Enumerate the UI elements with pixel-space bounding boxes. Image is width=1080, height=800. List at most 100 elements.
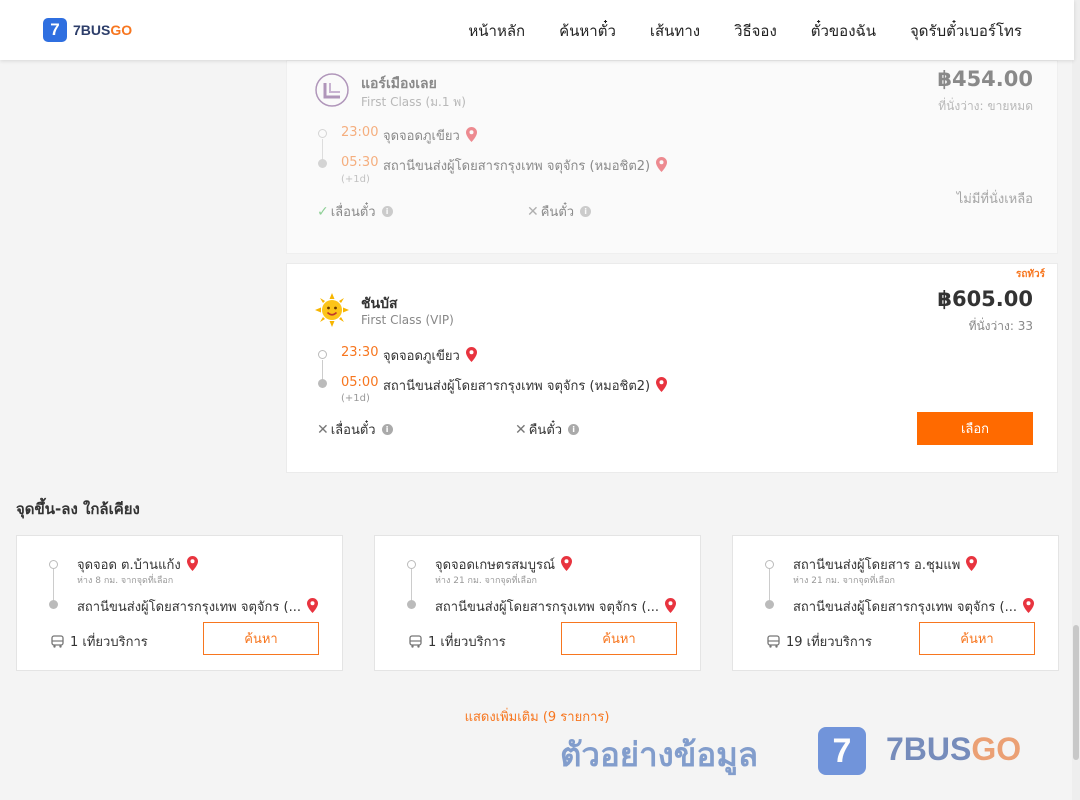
nearby-distance: ห่าง 21 กม. จากจุดที่เลือก bbox=[793, 576, 895, 586]
nearby-from-label: จุดจอด ต.บ้านแก้ง bbox=[77, 558, 181, 573]
operator-logo-icon bbox=[315, 73, 349, 107]
location-pin-icon bbox=[664, 598, 676, 613]
depart-stop-label: จุดจอดภูเขียว bbox=[383, 129, 460, 144]
bus-icon bbox=[51, 635, 64, 648]
nav-how-to-book[interactable]: วิธีจอง bbox=[734, 19, 777, 43]
select-trip-button[interactable]: เลือก bbox=[917, 412, 1033, 445]
operator-name: แอร์เมืองเลย bbox=[361, 76, 437, 92]
info-icon[interactable]: i bbox=[381, 424, 393, 435]
nearby-card: จุดจอดเกษตรสมบูรณ์ ห่าง 21 กม. จากจุดที่… bbox=[374, 535, 701, 671]
check-icon: ✓ bbox=[317, 203, 329, 220]
scrollbar-thumb[interactable] bbox=[1073, 625, 1079, 760]
next-day-indicator: (+1d) bbox=[341, 174, 370, 185]
change-ticket-policy: ✕ เลื่อนตั๋ว i bbox=[317, 419, 393, 440]
show-more-link[interactable]: แสดงเพิ่มเติม (9 รายการ) bbox=[0, 706, 1074, 727]
nearby-to: สถานีขนส่งผู้โดยสารกรุงเทพ จตุจักร (... bbox=[793, 596, 1045, 617]
trip-card-sold-out: แอร์เมืองเลย First Class (ม.1 พ) ฿454.00… bbox=[286, 60, 1058, 254]
depart-stop: จุดจอดภูเขียว bbox=[383, 345, 477, 366]
nearby-from: สถานีขนส่งผู้โดยสาร อ.ชุมแพ bbox=[793, 554, 978, 575]
logo-text-part1: 7BUS bbox=[73, 22, 111, 38]
seats-available: ที่นั่งว่าง: ขายหมด bbox=[938, 99, 1033, 113]
nearby-trip-count-label: 1 เที่ยวบริการ bbox=[428, 635, 506, 650]
location-pin-icon bbox=[561, 556, 573, 571]
operator-name: ชันบัส bbox=[361, 296, 398, 312]
from-dot bbox=[407, 560, 416, 569]
nearby-to-label: สถานีขนส่งผู้โดยสารกรุงเทพ จตุจักร (... bbox=[793, 600, 1017, 615]
ticket-price: ฿454.00 bbox=[937, 67, 1033, 91]
nav-routes[interactable]: เส้นทาง bbox=[650, 19, 700, 43]
watermark-brand-part1: 7BUS bbox=[886, 731, 972, 767]
watermark-text: ตัวอย่างข้อมูล bbox=[560, 735, 759, 774]
info-icon[interactable]: i bbox=[580, 206, 592, 217]
nav-home[interactable]: หน้าหลัก bbox=[468, 19, 525, 43]
cross-icon: ✕ bbox=[515, 421, 527, 438]
info-icon[interactable]: i bbox=[381, 206, 393, 217]
logo-text: 7BUSGO bbox=[73, 22, 132, 38]
logo-mark: 7 bbox=[43, 18, 67, 42]
watermark-brand-part2: GO bbox=[971, 731, 1022, 767]
location-pin-icon bbox=[186, 556, 198, 571]
sun-logo-icon bbox=[315, 293, 349, 327]
depart-time: 23:00 bbox=[341, 125, 379, 140]
location-pin-icon bbox=[656, 157, 668, 172]
to-dot bbox=[407, 600, 416, 609]
nearby-to: สถานีขนส่งผู้โดยสารกรุงเทพ จตุจักร (... bbox=[435, 596, 687, 617]
nearby-trip-count: 1 เที่ยวบริการ bbox=[51, 631, 148, 652]
location-pin-icon bbox=[465, 347, 477, 362]
top-header: 7 7BUSGO หน้าหลัก ค้นหาตั๋ว เส้นทาง วิธี… bbox=[0, 0, 1074, 60]
page-scrollbar[interactable] bbox=[1072, 0, 1080, 800]
trip-card: รถทัวร์ ชันบัส First Class (VIP) ฿605.00… bbox=[286, 263, 1058, 473]
nearby-search-button[interactable]: ค้นหา bbox=[203, 622, 319, 655]
depart-dot bbox=[318, 350, 327, 359]
from-dot bbox=[765, 560, 774, 569]
location-pin-icon bbox=[306, 598, 318, 613]
nearby-from: จุดจอด ต.บ้านแก้ง bbox=[77, 554, 198, 575]
nav-ticket-pickup[interactable]: จุดรับตั๋วเบอร์โทร bbox=[910, 19, 1022, 43]
from-dot bbox=[49, 560, 58, 569]
arrive-stop-label: สถานีขนส่งผู้โดยสารกรุงเทพ จตุจักร (หมอช… bbox=[383, 159, 651, 174]
nearby-trip-count: 1 เที่ยวบริการ bbox=[409, 631, 506, 652]
logo-text-part2: GO bbox=[110, 22, 133, 38]
arrive-stop: สถานีขนส่งผู้โดยสารกรุงเทพ จตุจักร (หมอช… bbox=[383, 375, 668, 396]
bus-icon bbox=[767, 635, 780, 648]
refund-ticket-policy: ✕ คืนตั๋ว i bbox=[527, 201, 592, 222]
nearby-from: จุดจอดเกษตรสมบูรณ์ bbox=[435, 554, 573, 575]
depart-time: 23:30 bbox=[341, 345, 379, 360]
bus-class: First Class (VIP) bbox=[361, 313, 454, 327]
watermark-brand: 7BUSGO bbox=[886, 731, 1021, 768]
seats-available: ที่นั่งว่าง: 33 bbox=[968, 319, 1033, 333]
nearby-from-label: สถานีขนส่งผู้โดยสาร อ.ชุมแพ bbox=[793, 558, 961, 573]
nearby-to-label: สถานีขนส่งผู้โดยสารกรุงเทพ จตุจักร (... bbox=[435, 600, 659, 615]
arrive-time: 05:00 bbox=[341, 375, 379, 390]
refund-ticket-label: คืนตั๋ว bbox=[540, 205, 575, 220]
arrive-dot bbox=[318, 159, 327, 168]
refund-ticket-policy: ✕ คืนตั๋ว i bbox=[515, 419, 580, 440]
depart-stop: จุดจอดภูเขียว bbox=[383, 125, 477, 146]
arrive-time: 05:30 bbox=[341, 155, 379, 170]
nearby-search-button[interactable]: ค้นหา bbox=[561, 622, 677, 655]
location-pin-icon bbox=[656, 377, 668, 392]
ticket-price: ฿605.00 bbox=[937, 287, 1033, 311]
watermark-logo-mark: 7 bbox=[818, 727, 866, 775]
cross-icon: ✕ bbox=[527, 203, 539, 220]
nearby-distance: ห่าง 8 กม. จากจุดที่เลือก bbox=[77, 576, 174, 586]
nearby-card: จุดจอด ต.บ้านแก้ง ห่าง 8 กม. จากจุดที่เล… bbox=[16, 535, 343, 671]
location-pin-icon bbox=[465, 127, 477, 142]
main-nav: หน้าหลัก ค้นหาตั๋ว เส้นทาง วิธีจอง ตั๋วข… bbox=[468, 19, 1022, 43]
nearby-section-title: จุดขึ้น-ลง ใกล้เคียง bbox=[16, 500, 140, 518]
depart-dot bbox=[318, 129, 327, 138]
nav-my-tickets[interactable]: ตั๋วของฉัน bbox=[811, 19, 876, 43]
info-icon[interactable]: i bbox=[568, 424, 580, 435]
bus-class: First Class (ม.1 พ) bbox=[361, 95, 466, 109]
arrive-dot bbox=[318, 379, 327, 388]
bus-icon bbox=[409, 635, 422, 648]
change-ticket-policy: ✓ เลื่อนตั๋ว i bbox=[317, 201, 393, 222]
nearby-trip-count-label: 1 เที่ยวบริการ bbox=[70, 635, 148, 650]
nearby-to: สถานีขนส่งผู้โดยสารกรุงเทพ จตุจักร (... bbox=[77, 596, 329, 617]
site-logo[interactable]: 7 7BUSGO bbox=[43, 18, 132, 42]
nearby-search-button[interactable]: ค้นหา bbox=[919, 622, 1035, 655]
nav-search-tickets[interactable]: ค้นหาตั๋ว bbox=[559, 19, 616, 43]
next-day-indicator: (+1d) bbox=[341, 393, 370, 404]
change-ticket-label: เลื่อนตั๋ว bbox=[330, 205, 376, 220]
location-pin-icon bbox=[966, 556, 978, 571]
